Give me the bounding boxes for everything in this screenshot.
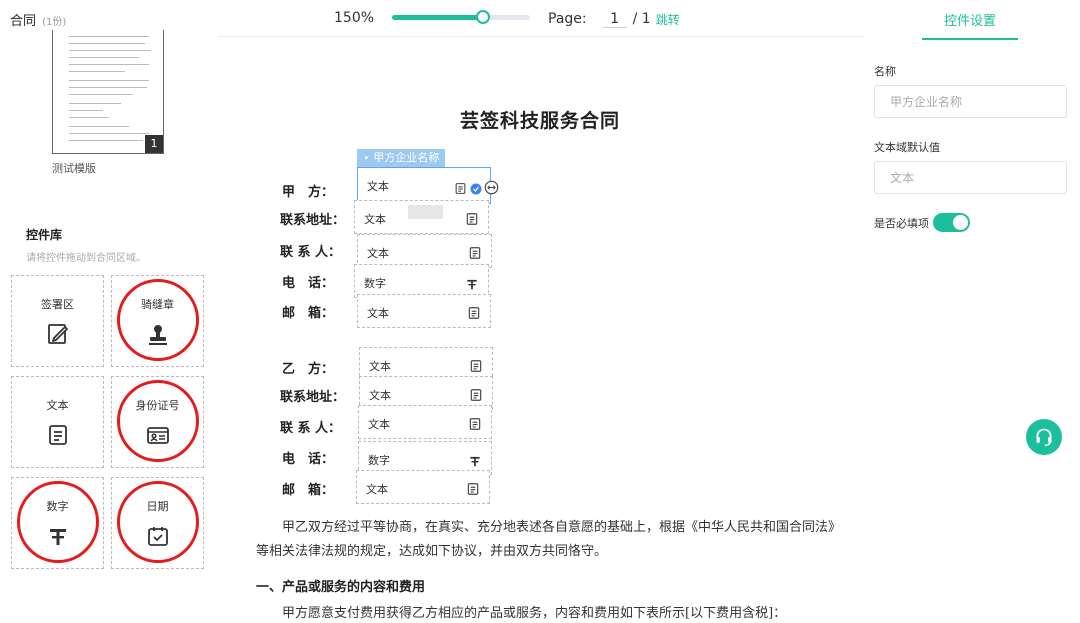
tag-star-icon: ⋆ [363, 151, 374, 164]
widget-label: 骑缝章 [141, 298, 174, 311]
document-name-text: 合同 [10, 14, 37, 29]
zoom-slider-fill [392, 15, 484, 20]
field-type: 文本 [367, 247, 389, 260]
party-b-contact-label: 联 系 人： [280, 421, 342, 436]
highlight-ring [17, 481, 99, 563]
field-type: 文本 [368, 418, 390, 431]
zoom-slider[interactable] [392, 10, 530, 24]
required-label: 是否必填项 [874, 217, 929, 230]
page-navigation: Page: / 1 跳转 [548, 10, 680, 28]
drag-ghost [408, 205, 443, 219]
required-toggle[interactable] [933, 213, 970, 232]
highlight-ring [117, 380, 199, 462]
widget-library-hint: 请将控件拖动到合同区域。 [26, 253, 146, 264]
text-doc-icon [469, 247, 481, 259]
thumbnail-page-number: 1 [145, 135, 163, 153]
widget-signature-area[interactable]: 签署区 [11, 275, 104, 367]
widget-id-number[interactable]: 身份证号 [111, 376, 204, 468]
zoom-level: 150% [334, 10, 375, 26]
party-a-contact-label: 联 系 人： [280, 245, 342, 260]
section-1-paragraph: 甲方愿意支付费用获得乙方相应的产品或服务，内容和费用如下表所示[以下费用含税]： [256, 606, 787, 621]
page-total: / 1 [632, 11, 651, 27]
check-circle-icon [470, 183, 482, 195]
document-count: (1份) [42, 17, 67, 28]
intro-paragraph: 甲乙双方经过平等协商，在真实、充分地表述各自意愿的基础上，根据《中华人民共和国合… [256, 520, 842, 559]
highlight-ring [117, 279, 199, 361]
party-a-email-label: 邮 箱： [282, 306, 335, 321]
widget-label: 身份证号 [135, 399, 180, 412]
text-doc-icon [48, 425, 67, 445]
field-type: 文本 [369, 360, 391, 373]
default-value-input[interactable] [874, 161, 1067, 194]
field-type: 数字 [368, 454, 390, 467]
party-b-email-label: 邮 箱： [282, 483, 335, 498]
default-value-label: 文本域默认值 [874, 141, 940, 154]
party-a-phone-field[interactable]: 数字 [354, 264, 489, 298]
jump-button[interactable]: 跳转 [656, 11, 680, 28]
section-1-title: 一、产品或服务的内容和费用 [256, 580, 426, 595]
party-b-phone-label: 电 话： [282, 452, 335, 467]
calendar-icon [147, 527, 168, 546]
number-icon [470, 456, 480, 467]
party-b-label: 乙 方： [282, 362, 335, 377]
party-b-contact-field[interactable]: 文本 [358, 405, 492, 439]
widget-seam-stamp[interactable]: 骑缝章 [111, 275, 204, 367]
number-icon [467, 279, 477, 290]
name-label: 名称 [874, 65, 896, 78]
party-a-email-field[interactable]: 文本 [357, 294, 491, 328]
field-type: 文本 [367, 307, 389, 320]
text-doc-icon [455, 183, 466, 194]
party-a-phone-label: 电 话： [282, 276, 335, 291]
text-doc-icon [470, 360, 482, 372]
toggle-knob [953, 215, 968, 230]
text-doc-icon [467, 483, 479, 495]
text-doc-icon [466, 213, 478, 225]
widget-label: 日期 [146, 500, 169, 513]
party-b-address-label: 联系地址： [280, 390, 346, 405]
customer-support-button[interactable] [1026, 419, 1062, 455]
number-icon [49, 529, 66, 545]
id-card-icon [146, 427, 169, 444]
widget-library-title: 控件库 [26, 228, 63, 242]
headset-icon [1036, 428, 1052, 447]
widget-label: 签署区 [41, 298, 74, 311]
field-type: 数字 [364, 277, 386, 290]
party-a-label: 甲 方： [282, 185, 335, 200]
signature-icon [47, 324, 68, 344]
document-name: 合同 (1份) [10, 10, 66, 29]
stamp-icon [148, 325, 167, 345]
name-input[interactable] [874, 85, 1067, 118]
widget-label: 文本 [46, 399, 69, 412]
contract-title: 芸签科技服务合同 [459, 110, 620, 132]
widget-date[interactable]: 日期 [111, 477, 204, 569]
widget-label: 数字 [46, 500, 69, 513]
highlight-ring [117, 481, 199, 563]
tab-widget-settings[interactable]: 控件设置 [922, 10, 1018, 40]
text-doc-icon [470, 389, 482, 401]
thumbnail-label: 测试模版 [52, 162, 96, 175]
field-type: 文本 [369, 389, 391, 402]
zoom-slider-handle[interactable] [476, 10, 491, 24]
page-label: Page: [548, 11, 587, 27]
selected-field-tag: ⋆ 甲方企业名称 [357, 149, 446, 167]
text-doc-icon [469, 418, 481, 430]
page-number-input[interactable] [602, 10, 627, 28]
field-type: 文本 [366, 483, 388, 496]
party-a-address-label: 联系地址： [280, 213, 346, 228]
page-thumbnail[interactable]: 1 [52, 30, 164, 154]
party-b-email-field[interactable]: 文本 [356, 470, 490, 504]
top-divider [218, 36, 863, 37]
resize-handle-icon[interactable] [484, 180, 499, 195]
text-doc-icon [468, 307, 480, 319]
contract-editor: 合同 (1份) 150% Page: / 1 跳转 控件设置 1 测试模版 控件… [0, 0, 1080, 623]
field-type: 文本 [367, 180, 389, 193]
widget-text[interactable]: 文本 [11, 376, 104, 468]
party-a-name-field[interactable]: 文本 [357, 167, 491, 204]
widget-number[interactable]: 数字 [11, 477, 104, 569]
field-type: 文本 [364, 213, 386, 226]
tag-label: 甲方企业名称 [373, 151, 440, 164]
party-a-contact-field[interactable]: 文本 [357, 234, 492, 268]
